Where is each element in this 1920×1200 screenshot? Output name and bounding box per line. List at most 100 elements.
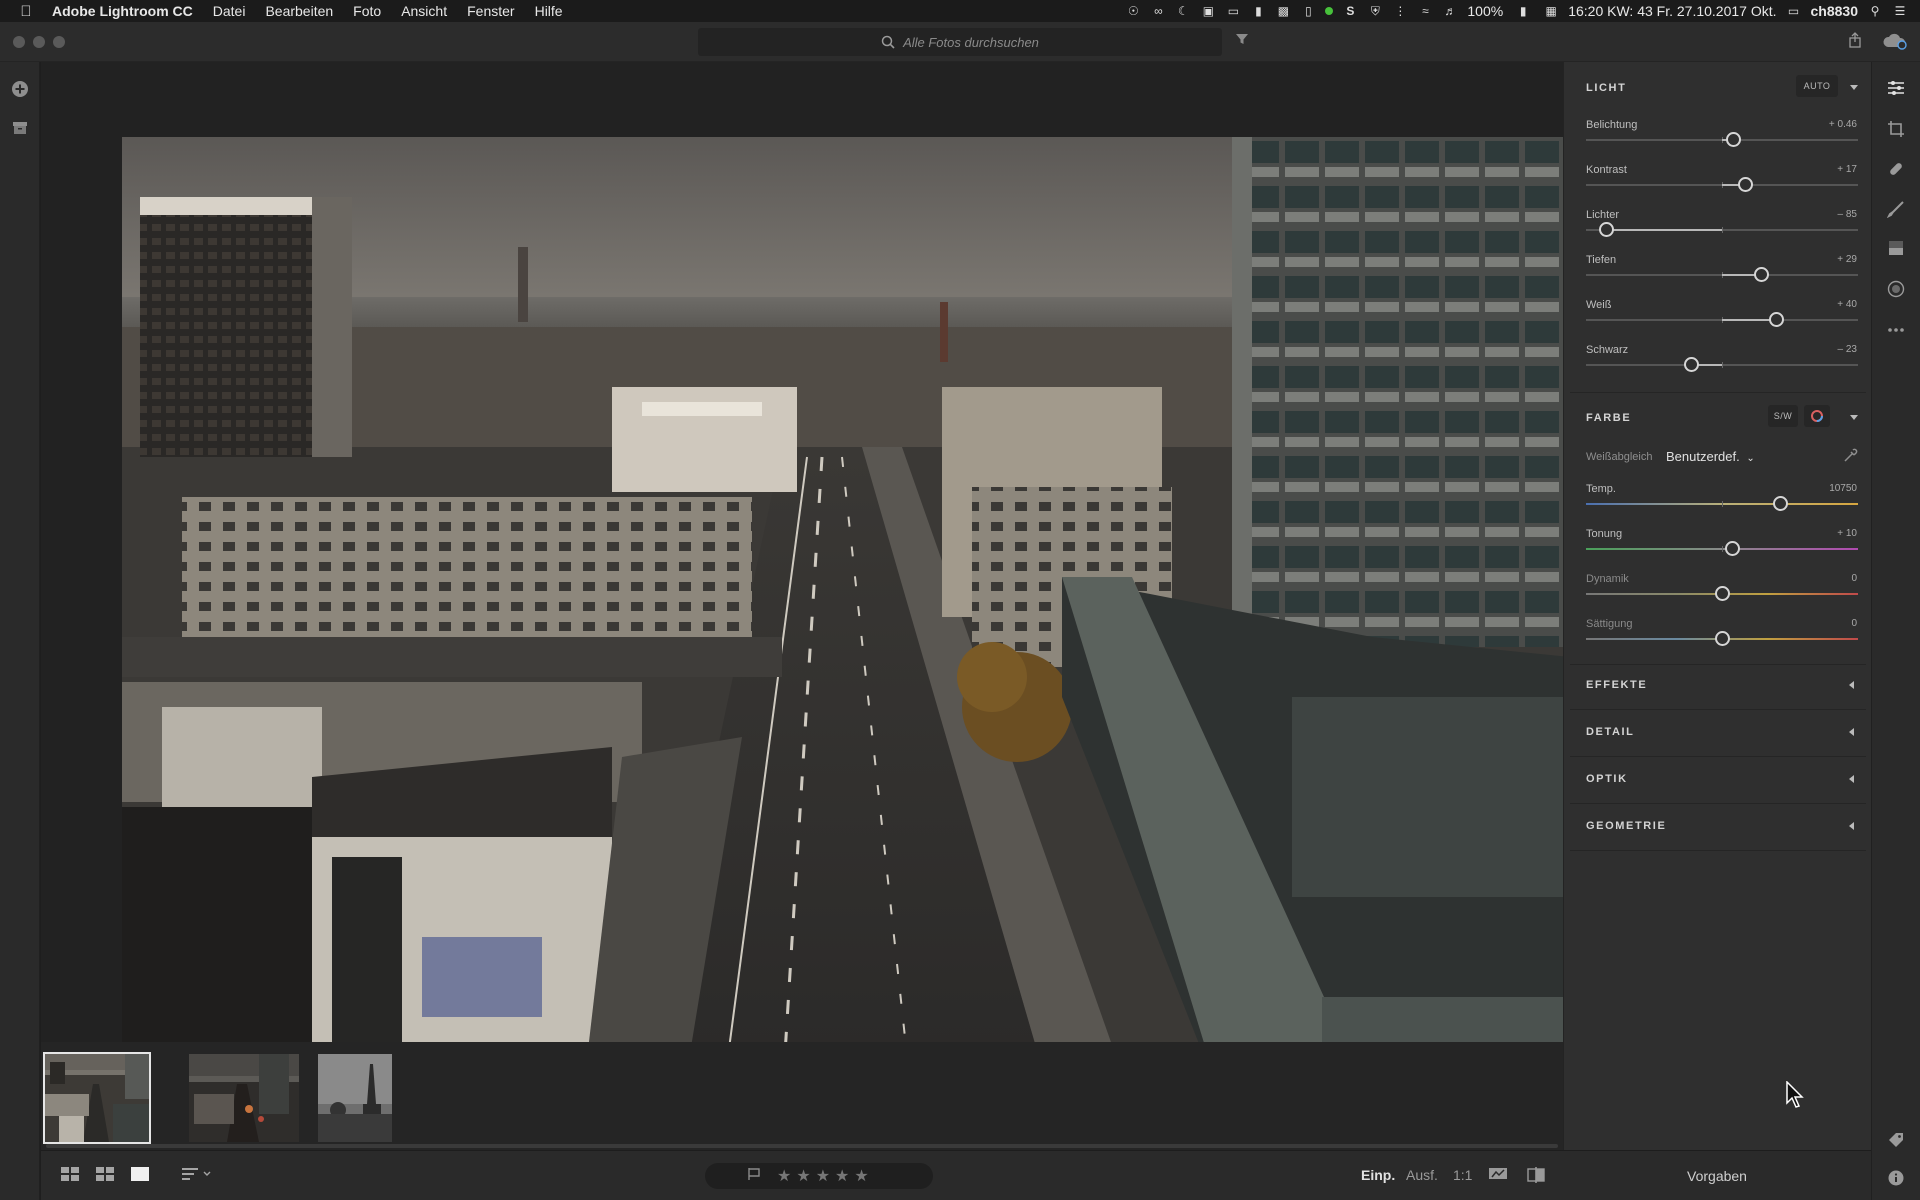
slider-track[interactable]: [1586, 177, 1858, 192]
slider-thumb[interactable]: [1725, 132, 1741, 147]
star-3-icon[interactable]: ★: [816, 1166, 830, 1186]
moon-icon[interactable]: ☾: [1175, 4, 1191, 18]
radial-gradient-icon[interactable]: [1886, 280, 1906, 300]
slider-value[interactable]: + 10: [1777, 528, 1857, 539]
slider-thumb[interactable]: [1599, 222, 1615, 237]
slider-value[interactable]: 10750: [1777, 483, 1857, 494]
zoom-1-1-button[interactable]: 1:1: [1453, 1167, 1472, 1183]
slider-track[interactable]: [1586, 222, 1858, 237]
slider-thumb[interactable]: [1738, 177, 1754, 192]
slider-value[interactable]: + 40: [1777, 299, 1857, 310]
brush-icon[interactable]: [1886, 200, 1906, 220]
fill-button[interactable]: Ausf.: [1406, 1167, 1438, 1183]
menu-app-name[interactable]: Adobe Lightroom CC: [40, 3, 203, 19]
airplay-icon[interactable]: ▭: [1786, 4, 1802, 18]
main-photo[interactable]: [122, 137, 1570, 1102]
slider-value[interactable]: – 23: [1777, 344, 1857, 355]
menu-datei[interactable]: Datei: [203, 3, 256, 19]
shield-icon[interactable]: ⛨: [1367, 4, 1383, 18]
slider-track[interactable]: [1586, 541, 1858, 556]
accessibility-icon[interactable]: ☉: [1125, 4, 1141, 18]
detail-view-icon[interactable]: [131, 1167, 149, 1186]
share-icon[interactable]: [1846, 32, 1864, 50]
battery-icon[interactable]: ▮: [1512, 4, 1534, 18]
fit-button[interactable]: Einp.: [1361, 1167, 1395, 1183]
before-after-icon[interactable]: [1527, 1167, 1545, 1188]
slider-track[interactable]: [1586, 132, 1858, 147]
cpu-monitor-icon[interactable]: ▩: [1275, 4, 1291, 18]
chevron-left-icon[interactable]: [1849, 728, 1854, 736]
section-optik-title[interactable]: OPTIK: [1586, 773, 1628, 785]
cloud-sync-icon[interactable]: [1882, 32, 1908, 50]
more-icon[interactable]: [1886, 318, 1906, 338]
slider-track[interactable]: [1586, 357, 1858, 372]
menu-user[interactable]: ch8830: [1811, 3, 1858, 19]
search-input[interactable]: Alle Fotos durchsuchen: [698, 28, 1222, 56]
filmstrip-thumbnail[interactable]: [43, 1052, 151, 1144]
menu-clock[interactable]: 16:20 KW: 43 Fr. 27.10.2017 Okt.: [1568, 3, 1776, 19]
presets-button[interactable]: Vorgaben: [1563, 1150, 1871, 1200]
menu-hilfe[interactable]: Hilfe: [525, 3, 573, 19]
linear-gradient-icon[interactable]: [1886, 240, 1906, 260]
sort-icon[interactable]: [182, 1167, 212, 1186]
slider-thumb[interactable]: [1683, 357, 1699, 372]
grid-small-icon[interactable]: [61, 1167, 79, 1186]
slider-value[interactable]: + 29: [1777, 254, 1857, 265]
drive-icon[interactable]: ▭: [1225, 4, 1241, 18]
menu-ansicht[interactable]: Ansicht: [391, 3, 457, 19]
auto-button[interactable]: AUTO: [1796, 75, 1838, 97]
slider-track[interactable]: [1586, 586, 1858, 601]
window-close-button[interactable]: [13, 36, 25, 48]
section-geometrie-title[interactable]: GEOMETRIE: [1586, 820, 1666, 832]
apple-menu-icon[interactable]: : [12, 3, 40, 20]
section-detail-title[interactable]: DETAIL: [1586, 726, 1635, 738]
chevron-left-icon[interactable]: [1849, 822, 1854, 830]
bluetooth-icon[interactable]: ⋮: [1392, 4, 1408, 18]
sliders-icon[interactable]: [1886, 80, 1906, 100]
bw-button[interactable]: S/W: [1768, 405, 1798, 427]
slider-track[interactable]: [1586, 312, 1858, 327]
menu-foto[interactable]: Foto: [343, 3, 391, 19]
eyedropper-icon[interactable]: [1842, 448, 1858, 469]
reject-flag-icon[interactable]: [747, 1167, 761, 1186]
slider-track[interactable]: [1586, 631, 1858, 646]
star-5-icon[interactable]: ★: [854, 1166, 868, 1186]
slider-value[interactable]: – 85: [1777, 209, 1857, 220]
slider-track[interactable]: [1586, 496, 1858, 511]
window-zoom-button[interactable]: [53, 36, 65, 48]
slider-thumb[interactable]: [1724, 541, 1740, 556]
slider-thumb[interactable]: [1754, 267, 1770, 282]
healing-brush-icon[interactable]: [1886, 160, 1906, 180]
wifi-icon[interactable]: ≈: [1417, 4, 1433, 18]
script-icon[interactable]: S: [1342, 4, 1358, 18]
slider-value[interactable]: 0: [1777, 573, 1857, 584]
crop-icon[interactable]: [1886, 120, 1906, 140]
section-farbe-title[interactable]: FARBE: [1586, 412, 1631, 424]
spotlight-search-icon[interactable]: ⚲: [1867, 4, 1883, 18]
star-2-icon[interactable]: ★: [796, 1166, 810, 1186]
compare-icon[interactable]: [1489, 1167, 1507, 1186]
color-mixer-button[interactable]: [1804, 405, 1830, 427]
white-balance-dropdown[interactable]: Benutzerdef. ⌄: [1666, 449, 1755, 464]
slider-value[interactable]: 0: [1777, 618, 1857, 629]
slider-value[interactable]: + 17: [1777, 164, 1857, 175]
tag-icon[interactable]: [1886, 1132, 1906, 1152]
grid-large-icon[interactable]: [96, 1167, 114, 1186]
notification-center-icon[interactable]: ☰: [1892, 4, 1908, 18]
creative-cloud-icon[interactable]: ∞: [1150, 4, 1166, 18]
display-icon[interactable]: ▣: [1200, 4, 1216, 18]
battery-monitor-icon[interactable]: ▮: [1250, 4, 1266, 18]
archive-icon[interactable]: [10, 120, 30, 140]
chevron-left-icon[interactable]: [1849, 681, 1854, 689]
menu-fenster[interactable]: Fenster: [457, 3, 524, 19]
memory-icon[interactable]: ▯: [1300, 4, 1316, 18]
section-effekte-title[interactable]: EFFEKTE: [1586, 679, 1647, 691]
filmstrip-thumbnail[interactable]: [189, 1054, 299, 1142]
volume-icon[interactable]: ♬: [1442, 4, 1458, 18]
chevron-left-icon[interactable]: [1849, 775, 1854, 783]
slider-thumb[interactable]: [1773, 496, 1789, 511]
filmstrip-scrollbar[interactable]: [46, 1144, 1558, 1148]
section-licht-title[interactable]: LICHT: [1586, 82, 1626, 94]
star-4-icon[interactable]: ★: [835, 1166, 849, 1186]
star-1-icon[interactable]: ★: [777, 1166, 791, 1186]
